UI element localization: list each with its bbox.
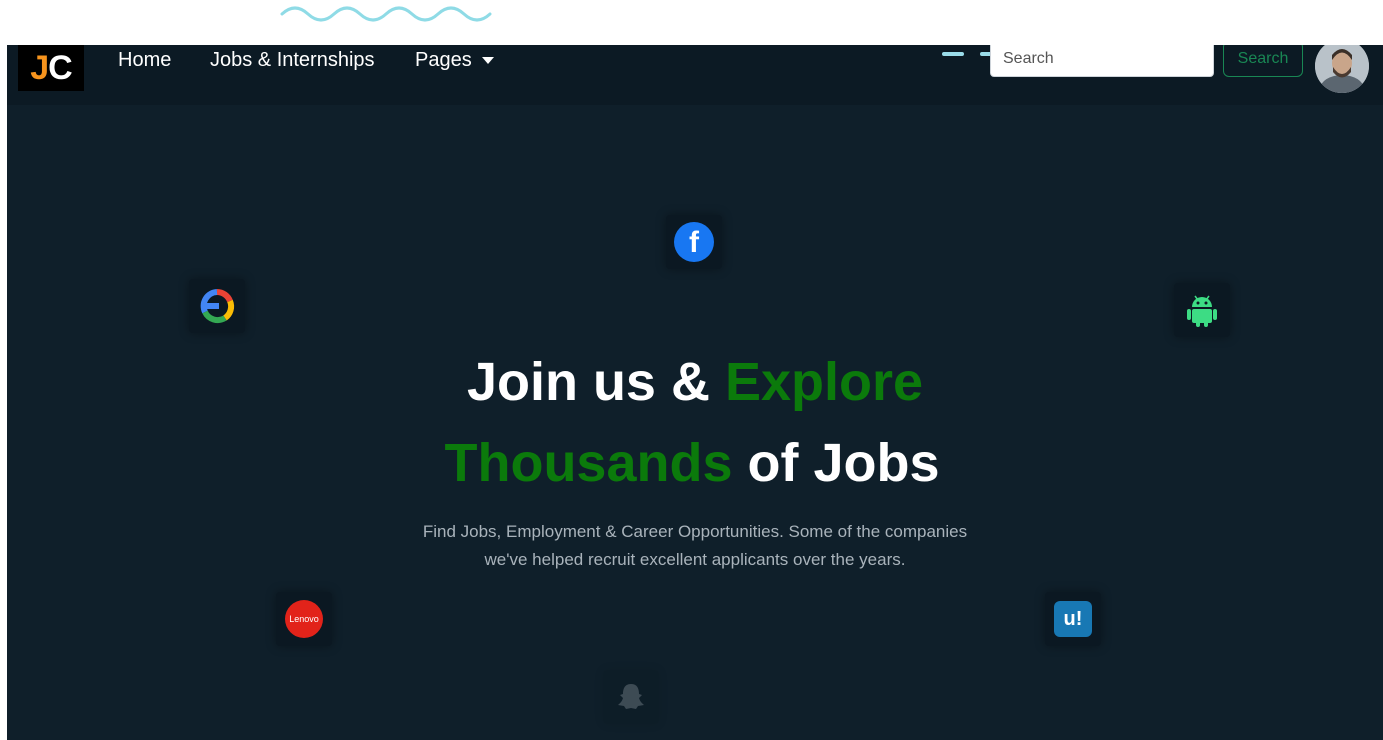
nav-link-home[interactable]: Home <box>118 47 171 73</box>
hero-title-green-2: Thousands <box>444 433 733 493</box>
hero-title-white-2: of Jobs <box>732 433 940 493</box>
company-tile-snapchat <box>603 670 659 724</box>
nav-dropdown-pages[interactable]: Pages <box>415 47 494 73</box>
hero-subtitle: Find Jobs, Employment & Career Opportuni… <box>395 518 995 574</box>
avatar[interactable] <box>1315 45 1369 93</box>
upwork-icon: u! <box>1054 601 1092 637</box>
snapchat-icon <box>618 684 644 709</box>
hero-subtitle-line-1: Find Jobs, Employment & Career Opportuni… <box>422 522 968 541</box>
company-tile-upwork: u! <box>1045 592 1101 646</box>
search-input[interactable] <box>990 45 1214 77</box>
company-tile-lenovo: Lenovo <box>276 592 332 646</box>
hero-title-green-1: Explore <box>724 352 924 412</box>
hero-subtitle-line-2: we've helped recruit excellent applicant… <box>484 550 906 569</box>
nav-link-jobs-internships[interactable]: Jobs & Internships <box>210 47 375 73</box>
android-icon <box>1187 295 1217 327</box>
company-tile-google <box>189 279 245 333</box>
search-button[interactable]: Search <box>1223 45 1303 77</box>
hero-title-white-1: Join us & <box>466 352 725 412</box>
user-photo-icon <box>1315 45 1369 93</box>
brand-logo-j: J <box>30 48 49 87</box>
company-tile-android <box>1174 283 1230 337</box>
hero-title-line-2: Thousands of Jobs <box>7 433 1380 493</box>
wave-decoration <box>280 6 492 22</box>
navbar: JC Home Jobs & Internships Pages Search <box>7 45 1383 105</box>
google-icon <box>200 289 235 324</box>
brand-logo[interactable]: JC <box>18 45 84 91</box>
facebook-icon: f <box>674 222 714 262</box>
hero-title-line-1: Join us & Explore <box>7 352 1383 412</box>
page-background: JC Home Jobs & Internships Pages Search … <box>7 45 1383 740</box>
brand-logo-c: C <box>48 48 73 87</box>
lenovo-icon: Lenovo <box>285 600 323 638</box>
caret-down-icon <box>481 57 494 65</box>
nav-link-pages-label: Pages <box>415 49 472 71</box>
company-tile-facebook: f <box>666 215 722 269</box>
